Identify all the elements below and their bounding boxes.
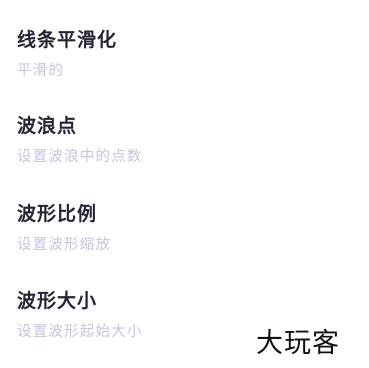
setting-line-smoothing[interactable]: 线条平滑化 平滑的 <box>17 27 347 97</box>
settings-list: 线条平滑化 平滑的 波浪点 设置波浪中的点数 波形比例 设置波形缩放 波形大小 … <box>0 0 369 368</box>
setting-description: 设置波浪中的点数 <box>17 149 143 165</box>
setting-description: 平滑的 <box>17 63 65 79</box>
setting-description: 设置波形缩放 <box>17 237 112 253</box>
setting-title: 波形比例 <box>17 203 98 225</box>
watermark-logo: 大玩客 <box>256 328 340 359</box>
setting-title: 波形大小 <box>17 290 98 312</box>
setting-title: 线条平滑化 <box>17 29 118 51</box>
setting-wave-scale[interactable]: 波形比例 设置波形缩放 <box>17 201 347 271</box>
setting-title: 波浪点 <box>17 115 78 137</box>
setting-wave-points[interactable]: 波浪点 设置波浪中的点数 <box>17 113 347 183</box>
